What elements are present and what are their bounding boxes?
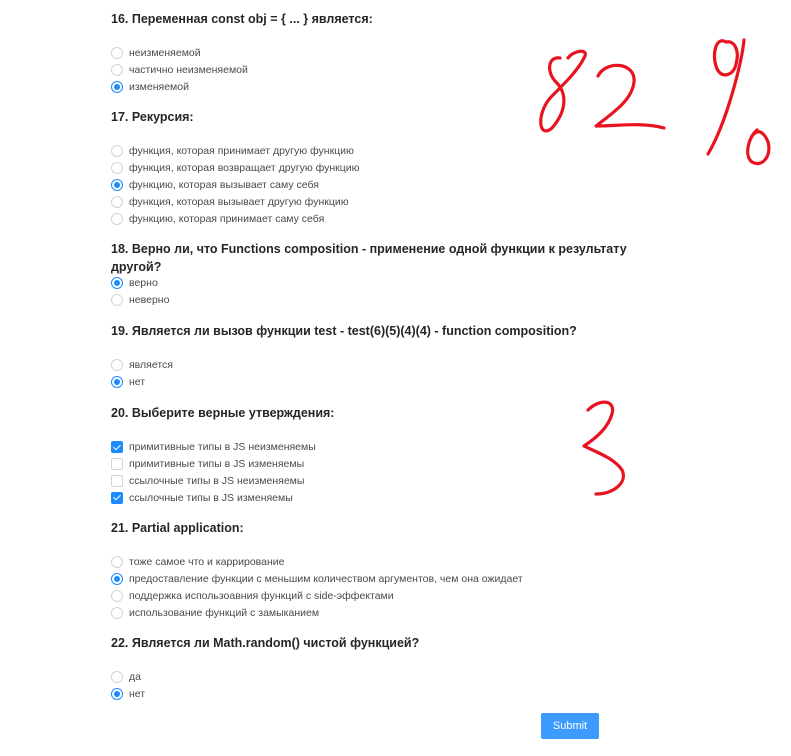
option-partially-immutable[interactable]: частично неизменяемой — [111, 62, 671, 79]
question-20: 20. Выберите верные утверждения: примити… — [111, 404, 671, 506]
radio-button[interactable] — [111, 64, 123, 77]
option-calls-itself[interactable]: функцию, которая вызывает саму себя — [111, 177, 671, 194]
option-primitive-mutable[interactable]: примитивные типы в JS изменяемы — [111, 456, 671, 473]
option-side-effects[interactable]: поддержка использоавния функций с side-э… — [111, 588, 671, 605]
question-title: 21. Partial application: — [111, 521, 244, 535]
radio-button-selected[interactable] — [111, 277, 123, 290]
option-false[interactable]: неверно — [111, 292, 671, 309]
option-returns-function[interactable]: функция, которая возвращает другую функц… — [111, 160, 671, 177]
radio-button[interactable] — [111, 294, 123, 307]
radio-button-selected[interactable] — [111, 573, 123, 586]
checkbox-checked[interactable] — [111, 491, 123, 504]
checkbox[interactable] — [111, 458, 123, 471]
option-label: ссылочные типы в JS изменяемы — [129, 491, 293, 504]
question-title: 16. Переменная const obj = { ... } являе… — [111, 12, 373, 26]
checkbox-checked[interactable] — [111, 441, 123, 454]
question-title: 22. Является ли Math.random() чистой фун… — [111, 636, 420, 650]
radio-button[interactable] — [111, 671, 123, 684]
radio-button[interactable] — [111, 589, 123, 602]
option-label: поддержка использоавния функций с side-э… — [129, 589, 394, 602]
question-17: 17. Рекурсия: функция, которая принимает… — [111, 108, 671, 227]
radio-button-selected[interactable] — [111, 80, 123, 93]
option-accepts-function[interactable]: функция, которая принимает другую функци… — [111, 143, 671, 160]
option-reference-immutable[interactable]: ссылочные типы в JS неизменяемы — [111, 473, 671, 490]
option-label: изменяемой — [129, 80, 189, 93]
radio-button[interactable] — [111, 359, 123, 372]
option-no[interactable]: нет — [111, 686, 671, 703]
option-label: предоставление функции с меньшим количес… — [129, 573, 523, 586]
question-19: 19. Является ли вызов функции test - tes… — [111, 322, 671, 391]
option-label: неизменяемой — [129, 47, 201, 60]
option-label: ссылочные типы в JS неизменяемы — [129, 474, 305, 487]
question-title: 20. Выберите верные утверждения: — [111, 406, 335, 420]
radio-button-selected[interactable] — [111, 688, 123, 701]
option-fewer-arguments[interactable]: предоставление функции с меньшим количес… — [111, 571, 671, 588]
option-primitive-immutable[interactable]: примитивные типы в JS неизменяемы — [111, 439, 671, 456]
option-yes[interactable]: да — [111, 669, 671, 686]
option-label: использование функций с замыканием — [129, 606, 320, 619]
option-accepts-itself[interactable]: функцию, которая принимает саму себя — [111, 210, 671, 227]
radio-button[interactable] — [111, 47, 123, 60]
option-closures[interactable]: использование функций с замыканием — [111, 604, 671, 621]
question-18: 18. Верно ли, что Functions composition … — [111, 240, 671, 309]
option-is[interactable]: является — [111, 357, 671, 374]
option-label: да — [129, 671, 141, 684]
radio-button[interactable] — [111, 556, 123, 569]
radio-button-selected[interactable] — [111, 178, 123, 191]
radio-button[interactable] — [111, 145, 123, 158]
question-21: 21. Partial application: тоже самое что … — [111, 519, 671, 621]
option-label: тоже самое что и каррирование — [129, 556, 285, 569]
option-same-as-currying[interactable]: тоже самое что и каррирование — [111, 554, 671, 571]
option-label: верно — [129, 277, 158, 290]
option-label: нет — [129, 688, 146, 701]
option-label: примитивные типы в JS неизменяемы — [129, 441, 316, 454]
checkbox[interactable] — [111, 474, 123, 487]
option-mutable[interactable]: изменяемой — [111, 79, 671, 96]
option-label: неверно — [129, 294, 170, 307]
option-label: функция, которая принимает другую функци… — [129, 145, 354, 158]
option-label: функцию, которая вызывает саму себя — [129, 178, 319, 191]
option-reference-mutable[interactable]: ссылочные типы в JS изменяемы — [111, 489, 671, 506]
question-16: 16. Переменная const obj = { ... } являе… — [111, 10, 671, 95]
option-label: функция, которая возвращает другую функц… — [129, 162, 360, 175]
option-label: частично неизменяемой — [129, 64, 248, 77]
radio-button[interactable] — [111, 195, 123, 208]
option-label: функция, которая вызывает другую функцию — [129, 195, 349, 208]
question-title: 19. Является ли вызов функции test - tes… — [111, 324, 577, 338]
option-label: примитивные типы в JS изменяемы — [129, 458, 305, 471]
option-calls-other-function[interactable]: функция, которая вызывает другую функцию — [111, 193, 671, 210]
question-22: 22. Является ли Math.random() чистой фун… — [111, 634, 671, 703]
radio-button-selected[interactable] — [111, 376, 123, 389]
question-title: 18. Верно ли, что Functions composition … — [111, 242, 627, 274]
question-title: 17. Рекурсия: — [111, 110, 194, 124]
option-label: нет — [129, 376, 146, 389]
submit-button[interactable]: Submit — [541, 713, 599, 739]
option-label: является — [129, 359, 173, 372]
option-no[interactable]: нет — [111, 374, 671, 391]
radio-button[interactable] — [111, 606, 123, 619]
radio-button[interactable] — [111, 212, 123, 225]
option-immutable[interactable]: неизменяемой — [111, 45, 671, 62]
radio-button[interactable] — [111, 162, 123, 175]
option-true[interactable]: верно — [111, 275, 671, 292]
option-label: функцию, которая принимает саму себя — [129, 212, 325, 225]
